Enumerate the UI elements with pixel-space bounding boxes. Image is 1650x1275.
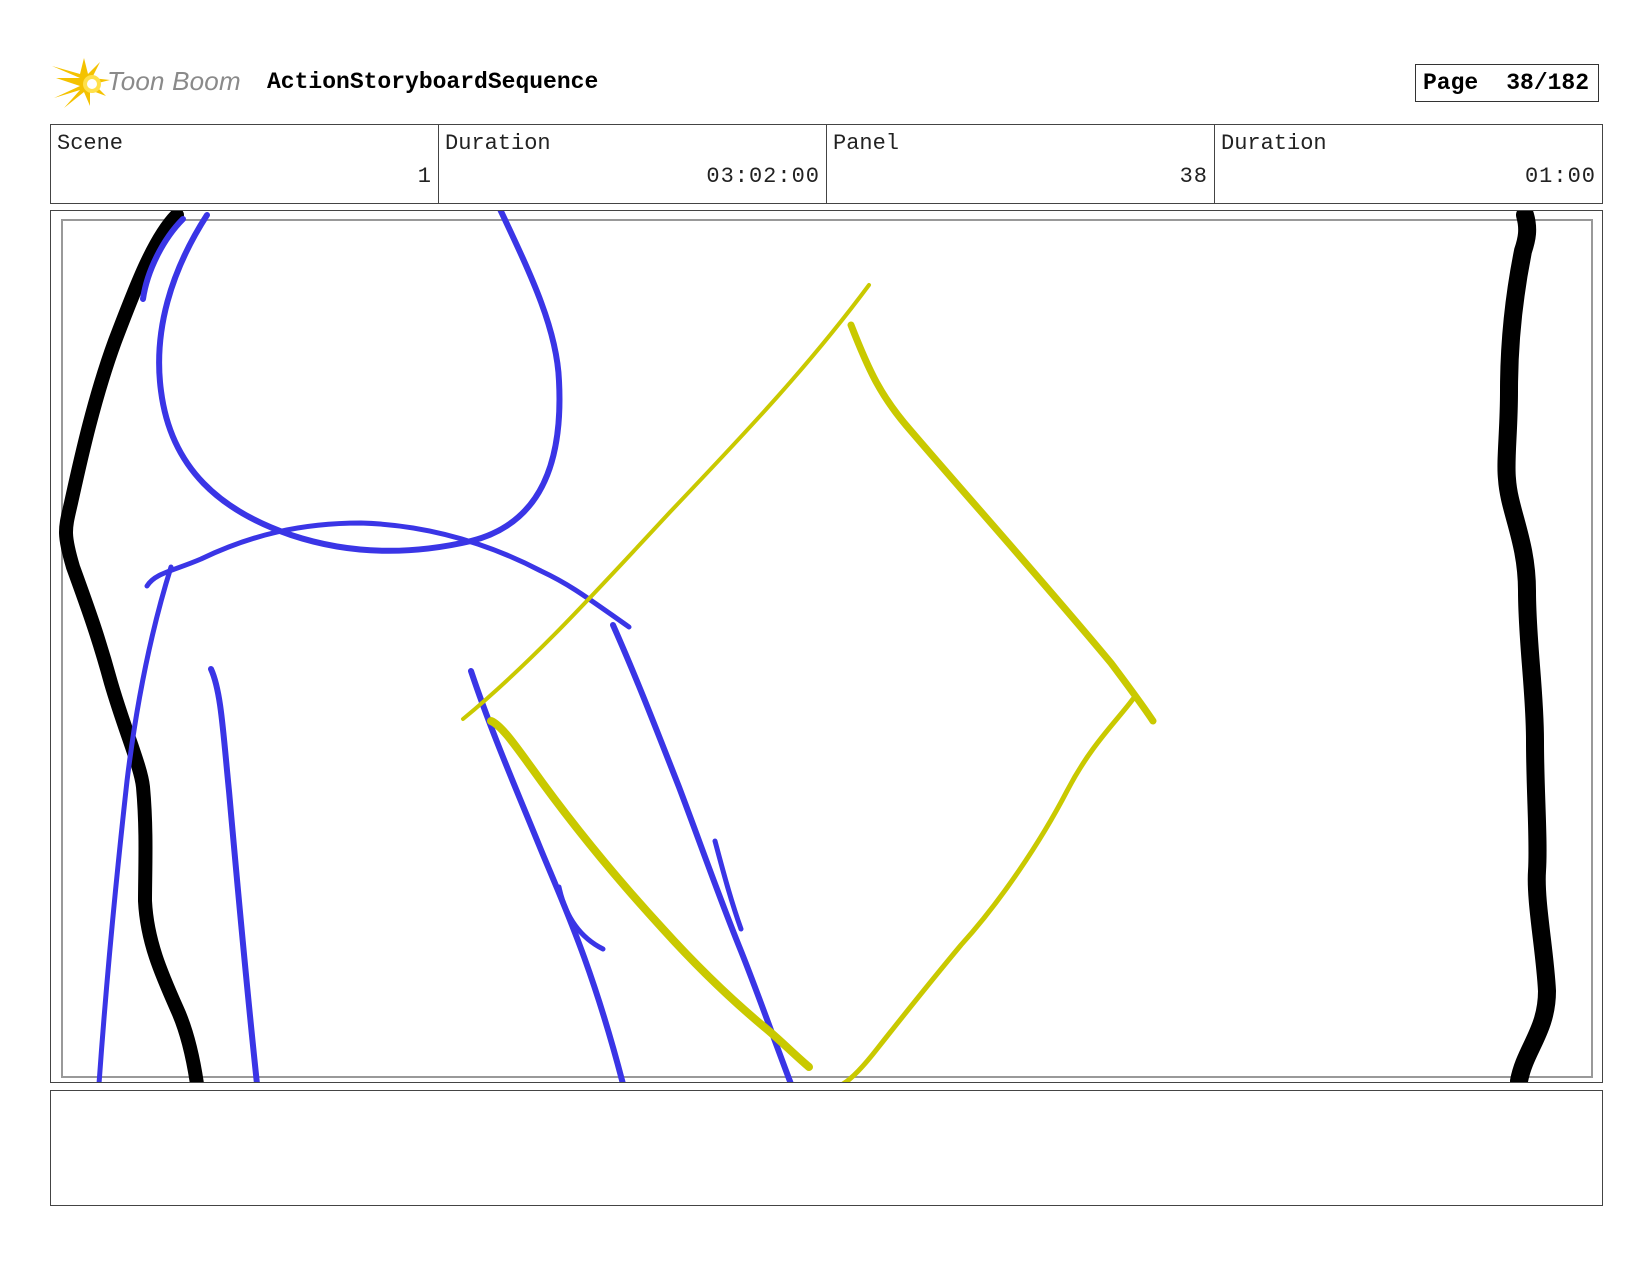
sketch-blue-shoulder bbox=[144, 520, 632, 630]
scene-duration-label: Duration bbox=[445, 131, 551, 156]
scene-label: Scene bbox=[57, 131, 124, 156]
sketch-blue-arm-right bbox=[610, 622, 794, 1082]
panel-label: Panel bbox=[833, 131, 900, 156]
sketch-blue-body-inner bbox=[208, 666, 260, 1082]
page-header: Toon Boom ActionStoryboardSequence Page … bbox=[50, 52, 1603, 118]
scene-value: 1 bbox=[417, 164, 432, 189]
toon-boom-logo-icon bbox=[52, 58, 110, 108]
sketch-yellow-lower-left bbox=[487, 717, 813, 1071]
scene-duration-cell: Duration 03:02:00 bbox=[439, 125, 827, 203]
sketch-blue-body-left bbox=[96, 564, 174, 1082]
page-label: Page bbox=[1423, 70, 1479, 96]
sketch-yellow-upper-left bbox=[461, 283, 871, 721]
panel-value: 38 bbox=[1179, 164, 1208, 189]
storyboard-panel bbox=[50, 210, 1603, 1083]
panel-info-table: Scene 1 Duration 03:02:00 Panel 38 Durat… bbox=[50, 124, 1603, 204]
brand-name: Toon Boom bbox=[107, 66, 241, 96]
panel-duration-label: Duration bbox=[1221, 131, 1327, 156]
panel-duration-cell: Duration 01:00 bbox=[1215, 125, 1602, 203]
panel-duration-value: 01:00 bbox=[1524, 164, 1596, 189]
document-title: ActionStoryboardSequence bbox=[267, 69, 599, 95]
scene-cell: Scene 1 bbox=[51, 125, 439, 203]
safe-area-frame bbox=[61, 219, 1593, 1078]
sketch-blue-head bbox=[156, 211, 563, 554]
sketch-yellow-upper-right bbox=[847, 321, 1157, 725]
sketch-blue-arm-left bbox=[468, 668, 626, 1082]
sketch-black-left bbox=[59, 211, 204, 1082]
scene-duration-value: 03:02:00 bbox=[706, 164, 820, 189]
panel-notes bbox=[50, 1090, 1603, 1206]
sketch-yellow-lower-right bbox=[841, 696, 1136, 1082]
panel-sketch bbox=[59, 211, 1593, 1082]
sketch-black-right bbox=[1497, 211, 1557, 1082]
sketch-blue-arm-hook bbox=[556, 884, 606, 952]
page-number: 38/182 bbox=[1506, 70, 1590, 96]
page-indicator: Page 38/182 bbox=[1415, 64, 1599, 102]
panel-cell: Panel 38 bbox=[827, 125, 1215, 203]
